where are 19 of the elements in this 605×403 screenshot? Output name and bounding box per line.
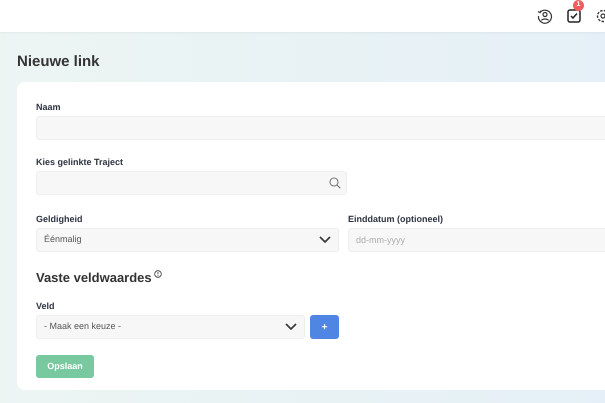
field-label: Naam [36, 101, 62, 113]
field-label: Veld [36, 300, 56, 312]
end-date-field[interactable]: dd-mm-yyyy [348, 228, 605, 252]
info-icon[interactable] [154, 270, 162, 278]
settings-icon[interactable] [595, 8, 605, 24]
search-field[interactable] [36, 171, 347, 195]
add-button[interactable]: + [310, 315, 339, 339]
field-select[interactable]: - Maak een keuze - [36, 315, 305, 339]
chevron-down-icon [319, 236, 331, 244]
field-label: Kies gelinkte Traject [36, 156, 124, 168]
chevron-down-icon [285, 323, 297, 331]
search-icon [329, 177, 341, 189]
validity-select[interactable]: Éénmalig [36, 228, 339, 252]
user-history-icon[interactable] [537, 8, 553, 24]
field-label: Geldigheid [36, 213, 84, 225]
field-label: Einddatum (optioneel) [348, 213, 444, 225]
checkbox-icon[interactable] [567, 9, 581, 23]
page-title: Nieuwe link [17, 52, 101, 72]
section-title: Vaste veldwaardes [36, 270, 152, 286]
